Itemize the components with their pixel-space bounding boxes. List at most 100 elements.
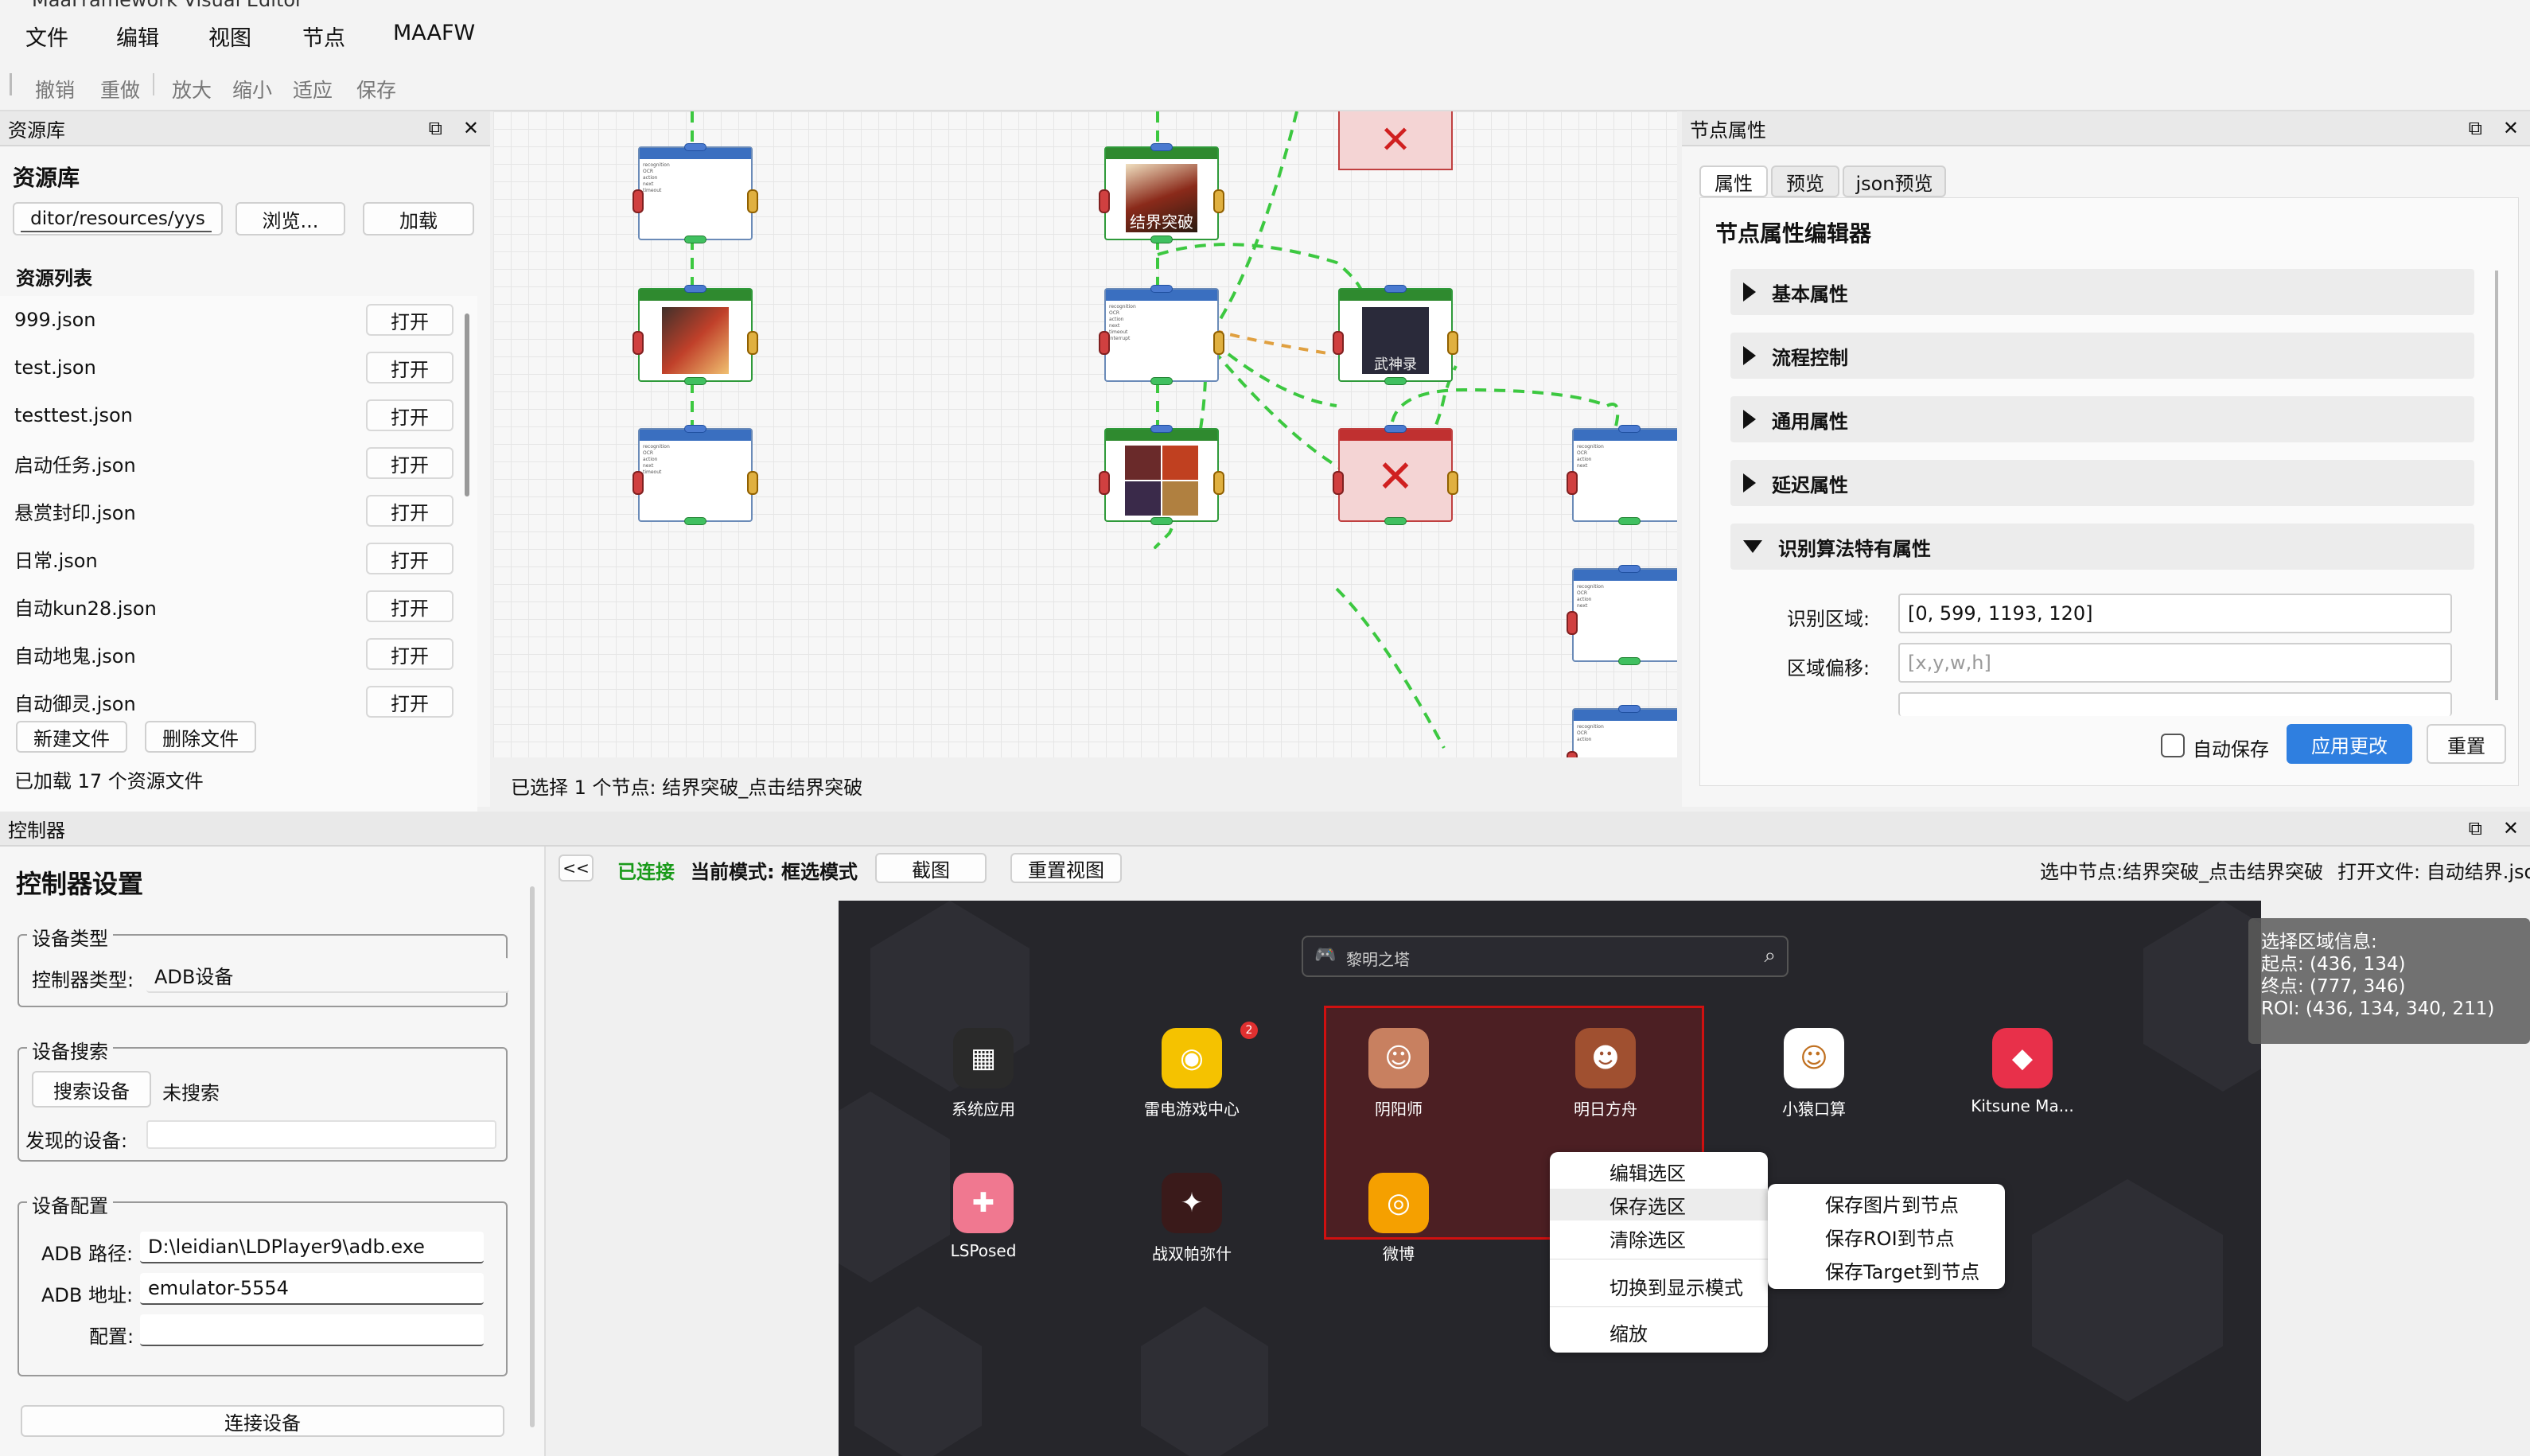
menu-edit[interactable]: 编辑 xyxy=(116,21,159,52)
auto-save-checkbox[interactable] xyxy=(2161,734,2185,757)
offset-input[interactable]: [x,y,w,h] xyxy=(1898,643,2452,683)
redo-button[interactable]: 重做 xyxy=(100,75,140,103)
open-file-button[interactable]: 打开 xyxy=(366,590,453,622)
float-icon[interactable]: ⧉ xyxy=(2469,117,2482,139)
flow-node[interactable]: recognition OCR action next xyxy=(1567,565,1677,665)
app-icon-4[interactable]: ☺ 小猿口算 xyxy=(1754,1028,1874,1119)
screenshot-button[interactable]: 截图 xyxy=(875,853,987,883)
open-file-button[interactable]: 打开 xyxy=(366,447,453,479)
flow-node[interactable] xyxy=(1099,425,1224,525)
zoom-in-button[interactable]: 放大 xyxy=(172,75,212,103)
search-device-button[interactable]: 搜索设备 xyxy=(32,1071,151,1108)
node-canvas[interactable]: recognition OCR action next timeout recognit… xyxy=(493,111,1677,757)
browse-button[interactable]: 浏览... xyxy=(235,202,345,236)
roi-input[interactable]: [0, 599, 1193, 120] xyxy=(1898,594,2452,633)
list-item[interactable]: 自动kun28.json 打开 xyxy=(14,582,460,630)
menu-node[interactable]: 节点 xyxy=(302,21,345,52)
section-common[interactable]: 通用属性 xyxy=(1730,396,2474,442)
flow-node[interactable] xyxy=(632,285,758,385)
menu-clear-selection[interactable]: 清除选区 xyxy=(1550,1222,1768,1254)
app-icon-5[interactable]: ◆ Kitsune Ma... xyxy=(1963,1028,2082,1115)
list-item[interactable]: 自动御灵.json 打开 xyxy=(14,678,460,726)
load-button[interactable]: 加载 xyxy=(363,202,474,236)
app-icon-2[interactable]: ☺ 阴阳师 xyxy=(1339,1028,1458,1119)
connect-button[interactable]: 连接设备 xyxy=(21,1405,504,1437)
menu-save-target-to-node[interactable]: 保存Target到节点 xyxy=(1768,1254,2005,1286)
list-item[interactable]: 自动地鬼.json 打开 xyxy=(14,630,460,678)
menu-switch-display-mode[interactable]: 切换到显示模式 xyxy=(1550,1270,1768,1302)
config-input[interactable] xyxy=(140,1314,484,1346)
menu-maafw[interactable]: MAAFW xyxy=(393,21,475,45)
list-item[interactable]: 999.json 打开 xyxy=(14,296,460,344)
app-icon-1[interactable]: ◉ 2 雷电游戏中心 xyxy=(1132,1022,1258,1119)
close-icon[interactable]: ✕ xyxy=(463,117,479,139)
apply-button[interactable]: 应用更改 xyxy=(2287,724,2412,764)
open-file-button[interactable]: 打开 xyxy=(366,495,453,527)
open-file-button[interactable]: 打开 xyxy=(366,399,453,431)
undo-button[interactable]: 撤销 xyxy=(35,75,75,103)
controller-type-select[interactable]: ADB设备 xyxy=(146,958,509,993)
zoom-out-button[interactable]: 缩小 xyxy=(232,75,272,103)
tab-properties[interactable]: 属性 xyxy=(1699,165,1768,197)
flow-node[interactable]: 武神录 xyxy=(1333,285,1458,385)
app-icon-8[interactable]: ◎ 微博 xyxy=(1339,1173,1458,1264)
menu-zoom[interactable]: 缩放 xyxy=(1550,1316,1768,1348)
flow-node[interactable]: recognition OCR action next xyxy=(1567,425,1677,525)
flow-node[interactable]: recognition OCR action xyxy=(1567,705,1677,757)
list-item[interactable]: 启动任务.json 打开 xyxy=(14,439,460,487)
new-file-button[interactable]: 新建文件 xyxy=(16,721,127,753)
menu-edit-selection[interactable]: 编辑选区 xyxy=(1550,1155,1768,1187)
section-flow[interactable]: 流程控制 xyxy=(1730,333,2474,379)
menu-save-roi-to-node[interactable]: 保存ROI到节点 xyxy=(1768,1220,2005,1252)
menu-save-selection[interactable]: 保存选区 xyxy=(1550,1189,1768,1220)
open-file-button[interactable]: 打开 xyxy=(366,304,453,336)
open-file-button[interactable]: 打开 xyxy=(366,638,453,670)
app-icon-7[interactable]: ✦ 战双帕弥什 xyxy=(1132,1173,1251,1264)
float-icon[interactable]: ⧉ xyxy=(2469,817,2482,839)
flow-node[interactable]: recognition OCR action next timeout xyxy=(632,143,758,243)
close-icon[interactable]: ✕ xyxy=(2503,117,2519,139)
open-file-button[interactable]: 打开 xyxy=(366,686,453,718)
selected-node[interactable]: 结界突破 xyxy=(1099,143,1224,243)
reset-button[interactable]: 重置 xyxy=(2427,724,2506,764)
reset-view-button[interactable]: 重置视图 xyxy=(1010,853,1122,883)
section-basic[interactable]: 基本属性 xyxy=(1730,269,2474,315)
flow-node[interactable]: recognition OCR action next timeout interrupt xyxy=(1099,285,1224,385)
error-node[interactable]: ✕ xyxy=(1338,111,1453,170)
list-item[interactable]: 日常.json 打开 xyxy=(14,535,460,582)
adb-path-input[interactable]: D:\leidian\LDPlayer9\adb.exe xyxy=(140,1232,484,1263)
tab-json-preview[interactable]: json预览 xyxy=(1843,165,1946,197)
props-heading: 节点属性编辑器 xyxy=(1715,220,1872,247)
close-icon[interactable]: ✕ xyxy=(2503,817,2519,839)
list-item[interactable]: 悬赏封印.json 打开 xyxy=(14,487,460,535)
search-icon[interactable]: ⌕ xyxy=(1764,944,1776,968)
fit-button[interactable]: 适应 xyxy=(293,75,333,103)
emulator-search-bar[interactable]: 🎮 黎明之塔 ⌕ xyxy=(1302,936,1789,977)
section-recognition[interactable]: 识别算法特有属性 xyxy=(1730,524,2474,570)
controller-scrollbar[interactable] xyxy=(530,886,535,1427)
found-devices-select[interactable] xyxy=(146,1120,496,1149)
delete-file-button[interactable]: 删除文件 xyxy=(145,721,256,753)
float-icon[interactable]: ⧉ xyxy=(429,117,442,139)
tab-preview[interactable]: 预览 xyxy=(1771,165,1839,197)
list-item[interactable]: testtest.json 打开 xyxy=(14,391,460,439)
menu-view[interactable]: 视图 xyxy=(208,21,251,52)
list-item[interactable]: test.json 打开 xyxy=(14,344,460,391)
section-delay[interactable]: 延迟属性 xyxy=(1730,460,2474,506)
save-button[interactable]: 保存 xyxy=(356,75,396,103)
app-icon-0[interactable]: ▦ 系统应用 xyxy=(924,1028,1043,1119)
canvas-status: 已选择 1 个节点: 结界突破_点击结界突破 xyxy=(511,777,863,799)
result-order-select[interactable] xyxy=(1898,692,2452,716)
open-file-button[interactable]: 打开 xyxy=(366,352,453,383)
adb-address-input[interactable]: emulator-5554 xyxy=(140,1273,484,1305)
open-file-button[interactable]: 打开 xyxy=(366,543,453,574)
menu-file[interactable]: 文件 xyxy=(25,21,68,52)
collapse-button[interactable]: << xyxy=(559,855,594,882)
flow-node[interactable]: recognition OCR action next timeout xyxy=(632,425,758,525)
error-node[interactable]: ✕ xyxy=(1333,425,1458,525)
app-icon-3[interactable]: ☻ 明日方舟 xyxy=(1546,1028,1665,1119)
app-icon-6[interactable]: ✚ LSPosed xyxy=(924,1173,1043,1260)
props-scrollbar[interactable] xyxy=(2495,271,2498,700)
resource-list-scrollbar[interactable] xyxy=(465,313,469,496)
menu-save-image-to-node[interactable]: 保存图片到节点 xyxy=(1768,1187,2005,1219)
